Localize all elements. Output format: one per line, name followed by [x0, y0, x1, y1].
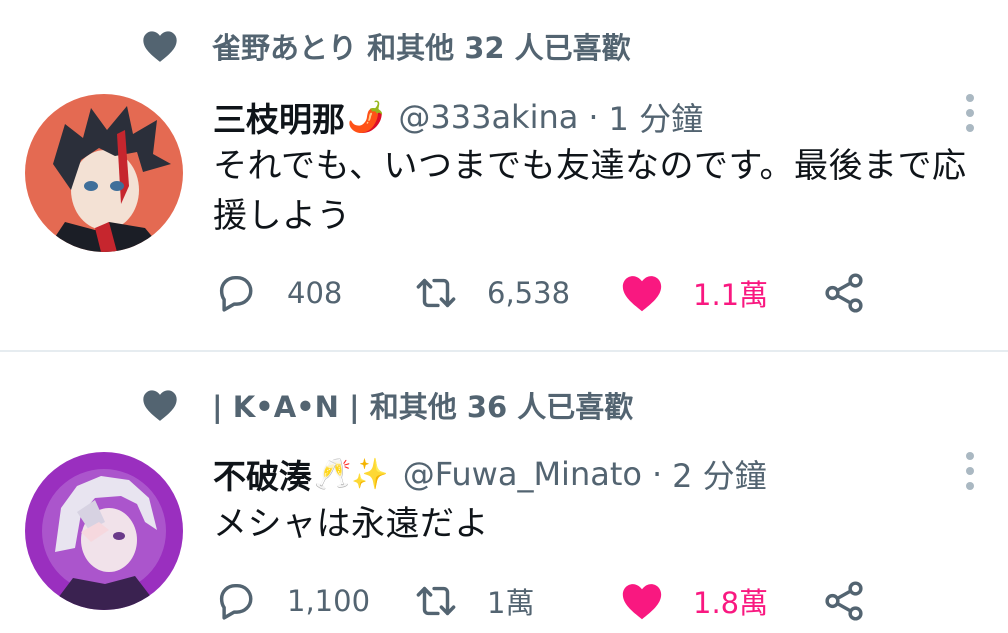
- avatar[interactable]: [25, 94, 183, 252]
- separator-dot: ·: [588, 98, 599, 136]
- heart-icon: [143, 390, 177, 421]
- liked-by-context[interactable]: 雀野あとり 和其他 32 人已喜歡: [140, 21, 631, 71]
- heart-icon: [143, 31, 177, 62]
- heart-filled-icon: [622, 276, 662, 312]
- retweet-button[interactable]: 1萬: [413, 576, 534, 626]
- like-count: 1.8萬: [693, 586, 769, 620]
- like-button[interactable]: 1.8萬: [619, 576, 768, 626]
- reply-count: 408: [287, 276, 343, 310]
- tweet-card[interactable]: 雀野あとり 和其他 32 人已喜歡 三枝明那 🌶️ @333akina · 1 …: [0, 0, 1008, 350]
- display-name[interactable]: 不破湊: [213, 450, 312, 498]
- retweet-count: 6,538: [487, 276, 571, 310]
- tweet-text: それでも、いつまでも友達なのです。最後まで応援しよう: [213, 146, 967, 236]
- tweet-header: 不破湊 🥂✨ @Fuwa_Minato · 2 分鐘: [213, 449, 767, 499]
- share-button[interactable]: [821, 268, 867, 318]
- display-name[interactable]: 三枝明那: [213, 93, 345, 141]
- tweet-card[interactable]: | K•A•N | 和其他 36 人已喜歡 不破湊 🥂✨ @Fuwa_Minat…: [0, 352, 1008, 633]
- share-button[interactable]: [821, 576, 867, 626]
- user-handle[interactable]: @Fuwa_Minato: [403, 455, 642, 493]
- retweet-icon: [416, 278, 456, 308]
- liked-by-context[interactable]: | K•A•N | 和其他 36 人已喜歡: [140, 380, 633, 430]
- chili-pepper-icon: 🌶️: [347, 99, 385, 135]
- more-options-icon[interactable]: [960, 451, 980, 491]
- tweet-header: 三枝明那 🌶️ @333akina · 1 分鐘: [213, 92, 703, 142]
- avatar-red-haired-illustration-icon: [25, 94, 183, 252]
- reply-count: 1,100: [287, 584, 371, 618]
- reply-button[interactable]: 408: [213, 268, 342, 318]
- reply-icon: [219, 275, 253, 312]
- retweet-button[interactable]: 6,538: [413, 268, 570, 318]
- separator-dot: ·: [651, 455, 663, 493]
- liked-by-text: | K•A•N | 和其他 36 人已喜歡: [212, 390, 634, 424]
- tweet-text: メシャは永遠だよ: [213, 504, 489, 544]
- tweet-actions: 1,100 1萬 1.8萬: [213, 576, 913, 626]
- avatar[interactable]: [25, 452, 183, 610]
- like-button[interactable]: 1.1萬: [619, 268, 768, 318]
- like-count: 1.1萬: [693, 278, 769, 312]
- more-options-icon[interactable]: [960, 93, 980, 133]
- reply-icon: [219, 583, 253, 620]
- retweet-icon: [416, 586, 456, 616]
- share-icon: [825, 273, 863, 313]
- avatar-white-haired-illustration-icon: [25, 452, 183, 610]
- retweet-count: 1萬: [487, 586, 535, 620]
- heart-filled-icon: [622, 584, 662, 620]
- share-icon: [825, 581, 863, 621]
- timestamp[interactable]: 1 分鐘: [609, 94, 704, 140]
- reply-button[interactable]: 1,100: [213, 576, 370, 626]
- tweet-actions: 408 6,538 1.1萬: [213, 268, 913, 318]
- user-handle[interactable]: @333akina: [398, 98, 578, 136]
- timestamp[interactable]: 2 分鐘: [672, 451, 767, 497]
- champagne-sparkles-icon: 🥂✨: [314, 456, 389, 492]
- liked-by-text: 雀野あとり 和其他 32 人已喜歡: [212, 31, 631, 65]
